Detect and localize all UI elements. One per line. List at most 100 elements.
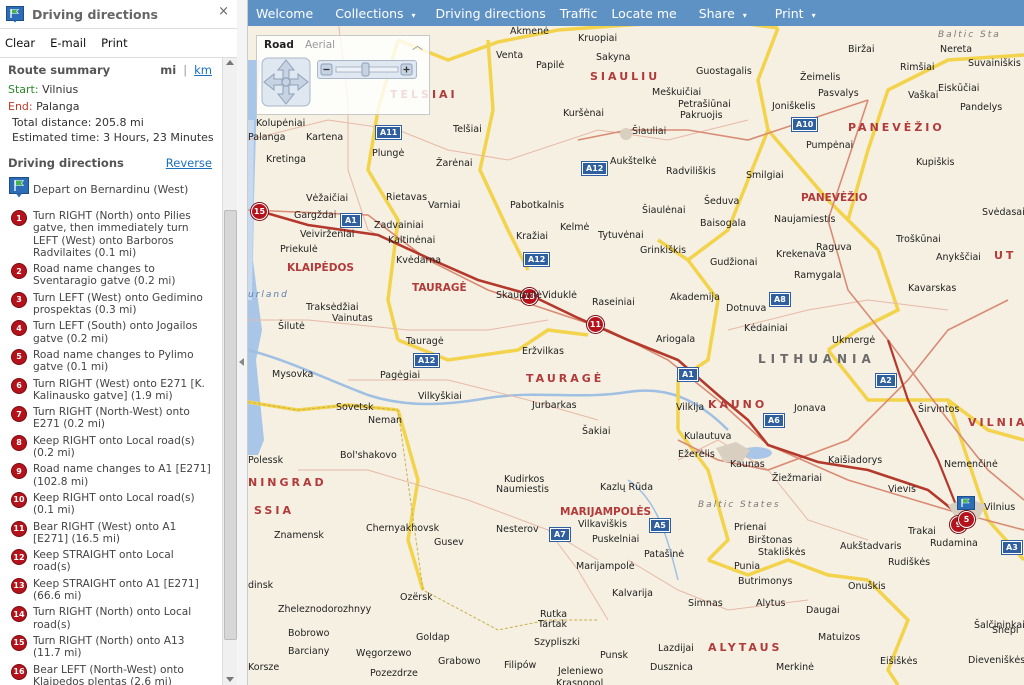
direction-step[interactable]: 12 Keep STRAIGHT onto Local road(s) bbox=[0, 549, 222, 574]
step-number-icon: 13 bbox=[12, 578, 26, 593]
city-label: Vilkaviškis bbox=[578, 519, 628, 530]
scroll-up-icon[interactable] bbox=[226, 60, 234, 65]
road-shield-a11: A11 bbox=[376, 126, 402, 139]
city-label: Grinkiškis bbox=[640, 245, 687, 256]
scroll-down-icon[interactable] bbox=[226, 677, 234, 682]
city-label: Guostagalis bbox=[696, 66, 752, 77]
nav-share[interactable]: Share ▾ bbox=[691, 6, 753, 21]
city-label: Priekulė bbox=[280, 244, 318, 255]
route-waypoint[interactable]: 11 bbox=[587, 316, 604, 333]
direction-step[interactable]: 11 Bear RIGHT (West) onto A1 [E271] (16.5… bbox=[0, 521, 222, 546]
nav-locate-me[interactable]: Locate me bbox=[611, 6, 676, 21]
nav-driving-directions[interactable]: Driving directions bbox=[436, 6, 546, 21]
direction-step[interactable]: 7 Turn RIGHT (North-West) onto E271 (0.2 … bbox=[0, 406, 222, 431]
city-label: Trakai bbox=[908, 526, 936, 537]
estimated-time: Estimated time: 3 Hours, 23 Minutes bbox=[12, 131, 214, 144]
end-label: End: bbox=[8, 100, 33, 113]
city-label: Stakliškės bbox=[758, 547, 806, 558]
region-taurage: TAURAGĖ bbox=[526, 372, 605, 385]
direction-step[interactable]: 13 Keep STRAIGHT onto A1 [E271] (66.6 mi) bbox=[0, 578, 222, 603]
step-number-icon: 8 bbox=[12, 435, 26, 450]
unit-km-link[interactable]: km bbox=[194, 63, 212, 77]
nav-collections[interactable]: Collections ▾ bbox=[327, 6, 421, 21]
tab-aerial[interactable]: Aerial bbox=[305, 39, 335, 51]
road-shield-a8: A8 bbox=[770, 293, 790, 306]
city-label: Kvėdarna bbox=[396, 255, 442, 266]
city-label: dinsk bbox=[248, 580, 274, 591]
nav-traffic[interactable]: Traffic bbox=[560, 6, 598, 21]
clear-button[interactable]: Clear bbox=[5, 36, 35, 50]
city-label: Zadvainiai bbox=[374, 220, 424, 231]
print-button[interactable]: Print bbox=[101, 36, 127, 50]
zoom-slider[interactable] bbox=[317, 60, 417, 79]
direction-step[interactable]: 9 Road name changes to A1 [E271] (102.8 m… bbox=[0, 463, 222, 488]
city-label: Kretinga bbox=[266, 154, 307, 165]
city-label: Vėžaičiai bbox=[306, 193, 349, 204]
city-label: Kelmė bbox=[560, 222, 590, 233]
road-shield-a6: A6 bbox=[764, 414, 784, 427]
depart-step[interactable]: Depart on Bernardinu (West) bbox=[0, 177, 222, 202]
direction-step[interactable]: 4 Turn LEFT (South) onto Jogailos gatve (… bbox=[0, 320, 222, 345]
road-shield-a2: A2 bbox=[876, 374, 896, 387]
city-label: Filipów bbox=[504, 660, 537, 671]
collapse-control-icon[interactable]: ︿ bbox=[412, 37, 423, 53]
city-label: Kartena bbox=[306, 132, 344, 143]
nav-collections-label: Collections bbox=[335, 5, 404, 21]
city-label: Nemenčinė bbox=[944, 459, 998, 470]
nav-welcome[interactable]: Welcome bbox=[256, 6, 313, 21]
step-number-icon: 5 bbox=[12, 349, 26, 364]
road-shield-a12: A12 bbox=[582, 162, 608, 175]
reverse-link[interactable]: Reverse bbox=[166, 156, 212, 170]
direction-step[interactable]: 16 Bear LEFT (North-West) onto Klaipedos … bbox=[0, 664, 222, 685]
nav-print[interactable]: Print ▾ bbox=[767, 6, 822, 21]
step-number-icon: 3 bbox=[12, 292, 26, 307]
city-label: Joniškelis bbox=[772, 101, 816, 112]
panel-scrollbar[interactable] bbox=[222, 58, 237, 685]
city-label: Sovetsk bbox=[336, 402, 374, 413]
collapse-panel-icon[interactable] bbox=[239, 358, 244, 366]
panel-splitter[interactable] bbox=[237, 0, 248, 685]
direction-step[interactable]: 8 Keep RIGHT onto Local road(s) (0.2 mi) bbox=[0, 435, 222, 460]
city-label: Traksėdžiai bbox=[306, 302, 359, 313]
route-waypoint[interactable]: 5 bbox=[958, 511, 975, 528]
direction-step[interactable]: 15 Turn RIGHT (North) onto A13 (11.7 mi) bbox=[0, 635, 222, 660]
region-kaliningrad: NINGRAD bbox=[248, 476, 327, 489]
route-line bbox=[255, 208, 969, 524]
city-label: Skaudvilė bbox=[496, 290, 542, 301]
direction-step[interactable]: 6 Turn RIGHT (West) onto E271 [K. Kalinau… bbox=[0, 378, 222, 403]
region-panevezio-city: PANEVĖŽIO bbox=[801, 192, 868, 204]
scroll-thumb[interactable] bbox=[224, 210, 237, 640]
tab-road[interactable]: Road bbox=[264, 39, 294, 51]
city-label: Ozërsk bbox=[400, 592, 433, 603]
step-text: Bear LEFT (North-West) onto Klaipedos pl… bbox=[33, 663, 184, 685]
close-icon[interactable]: × bbox=[218, 4, 229, 19]
direction-step[interactable]: 1 Turn RIGHT (North) onto Pilies gatve, t… bbox=[0, 210, 222, 259]
city-label: Ramygala bbox=[794, 270, 842, 281]
direction-step[interactable]: 5 Road name changes to Pylimo gatve (0.1 … bbox=[0, 349, 222, 374]
city-label: Tytuvėnai bbox=[598, 230, 644, 241]
city-label: Vievis bbox=[888, 484, 916, 495]
city-label: Daugai bbox=[806, 605, 840, 616]
direction-step[interactable]: 3 Turn LEFT (West) onto Gedimino prospekt… bbox=[0, 292, 222, 317]
step-number-icon: 2 bbox=[12, 264, 26, 279]
step-number-icon: 1 bbox=[12, 211, 26, 225]
country-label: LITHUANIA bbox=[758, 352, 876, 366]
direction-step[interactable]: 14 Turn RIGHT (North) onto Local road(s) bbox=[0, 606, 222, 631]
pan-control[interactable] bbox=[260, 56, 312, 108]
city-label: Vilnius bbox=[984, 502, 1016, 513]
step-text: Turn LEFT (South) onto Jogailos gatve (0… bbox=[33, 320, 198, 345]
road-shield-a7: A7 bbox=[550, 528, 570, 541]
city-label: Jonava bbox=[794, 403, 826, 414]
region-marijampoles: MARIJAMPOLĖS bbox=[560, 506, 652, 518]
city-label: Prienai bbox=[734, 522, 767, 533]
city-label: Shepi bbox=[992, 625, 1019, 636]
route-waypoint[interactable]: 15 bbox=[251, 203, 268, 220]
direction-step[interactable]: 2 Road name changes to Sventaragio gatve … bbox=[0, 263, 222, 288]
direction-step[interactable]: 10 Keep RIGHT onto Local road(s) (0.1 mi) bbox=[0, 492, 222, 517]
city-label: Palanga bbox=[248, 132, 286, 143]
step-number-icon: 11 bbox=[12, 521, 26, 536]
city-label: Jeleniewo bbox=[558, 666, 604, 677]
region-klaipedos: KLAIPĖDOS bbox=[287, 262, 354, 274]
region-alytaus: ALYTAUS bbox=[708, 641, 783, 654]
email-button[interactable]: E-mail bbox=[50, 36, 86, 50]
